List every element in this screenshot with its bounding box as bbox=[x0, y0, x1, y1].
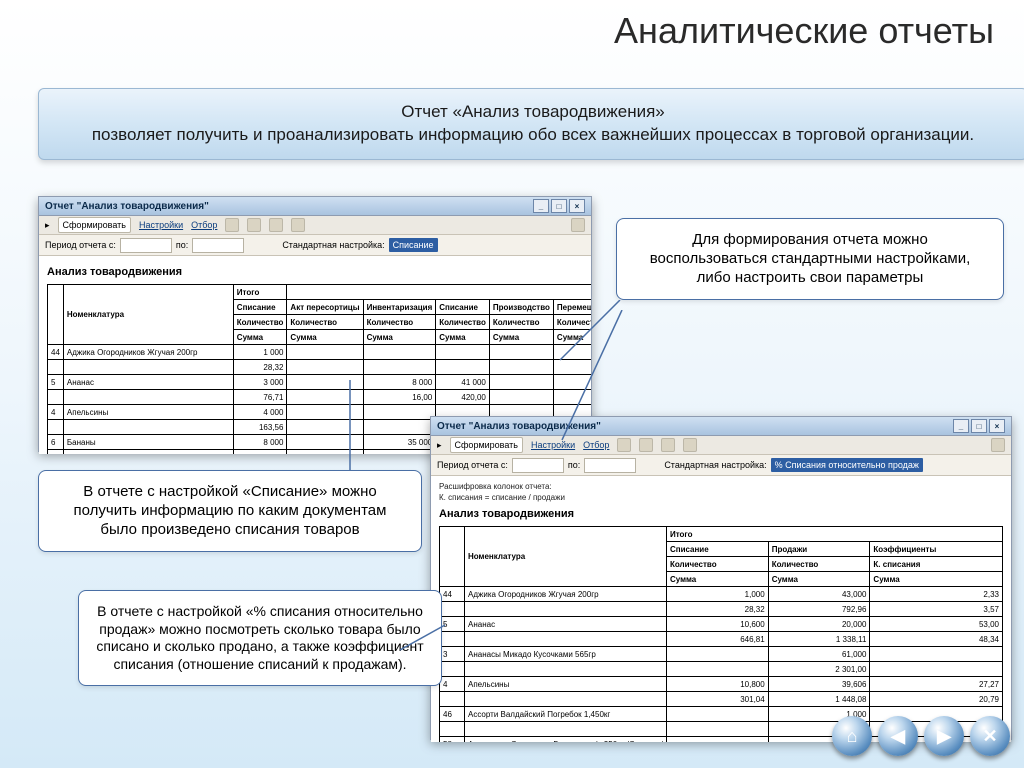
settings-link[interactable]: Настройки bbox=[139, 220, 183, 230]
tool-icon[interactable] bbox=[639, 438, 653, 452]
std-label: Стандартная настройка: bbox=[282, 240, 384, 250]
date-to-field[interactable] bbox=[584, 458, 636, 473]
callout-spisanie: В отчете с настройкой «Списание» можно п… bbox=[38, 470, 422, 552]
help-icon[interactable] bbox=[991, 438, 1005, 452]
std-value-1[interactable]: Списание bbox=[389, 238, 438, 252]
col-prodazhi: Продажи bbox=[768, 542, 870, 557]
col-spisanie-2: Списание bbox=[666, 542, 768, 557]
nav-buttons: ⌂ ◀ ▶ ✕ bbox=[832, 716, 1010, 756]
std-label: Стандартная настройка: bbox=[664, 460, 766, 470]
nav-home-button[interactable]: ⌂ bbox=[832, 716, 872, 756]
minimize-button[interactable]: _ bbox=[533, 199, 549, 213]
report-sub1: Расшифровка колонок отчета: bbox=[439, 482, 1003, 491]
window-title-1: Отчет "Анализ товародвижения" bbox=[45, 201, 209, 212]
date-from-field[interactable] bbox=[120, 238, 172, 253]
filter-link[interactable]: Отбор bbox=[191, 220, 217, 230]
filterbar-1: Период отчета с: по: Стандартная настрой… bbox=[39, 235, 591, 256]
nav-next-button[interactable]: ▶ bbox=[924, 716, 964, 756]
table-row: 3Ананасы Микадо Кусочками 565гр61,000 bbox=[440, 647, 1003, 662]
maximize-button[interactable]: □ bbox=[971, 419, 987, 433]
col-proizv: Производство bbox=[489, 300, 553, 315]
minimize-button[interactable]: _ bbox=[953, 419, 969, 433]
generate-button[interactable]: Сформировать bbox=[450, 437, 523, 453]
std-value-2[interactable]: % Списания относительно продаж bbox=[771, 458, 923, 472]
hero-line2: позволяет получить и проанализировать ин… bbox=[92, 125, 974, 144]
callout-percent: В отчете с настройкой «% списания относи… bbox=[78, 590, 442, 686]
close-button[interactable]: × bbox=[989, 419, 1005, 433]
table-row: 646,811 338,1148,34 bbox=[440, 632, 1003, 647]
col-koef: Коэффициенты bbox=[870, 542, 1003, 557]
col-itogo-2: Итого bbox=[666, 527, 1002, 542]
table-row: 5Ананас10,60020,00053,00 bbox=[440, 617, 1003, 632]
tool-icon[interactable] bbox=[269, 218, 283, 232]
report-sub2: К. списания = списание / продажи bbox=[439, 493, 1003, 502]
date-to-field[interactable] bbox=[192, 238, 244, 253]
report-table-2: Номенклатура Итого Списание Продажи Коэф… bbox=[439, 526, 1003, 742]
col-inv: Инвентаризация bbox=[363, 300, 436, 315]
table-row: 44Аджика Огородников Жгучая 200гр1,00043… bbox=[440, 587, 1003, 602]
generate-icon: ▸ bbox=[437, 440, 442, 451]
table-row: 301,041 448,0820,79 bbox=[440, 692, 1003, 707]
col-spisanie: Списание bbox=[233, 300, 287, 315]
hero-panel: Отчет «Анализ товародвижения» позволяет … bbox=[38, 88, 1024, 160]
report-title-2: Анализ товародвижения bbox=[439, 508, 1003, 520]
page-title: Аналитические отчеты bbox=[614, 10, 994, 52]
table-row: 2 301,00 bbox=[440, 662, 1003, 677]
toolbar-2: ▸ Сформировать Настройки Отбор bbox=[431, 436, 1011, 455]
col-itogo: Итого bbox=[233, 285, 287, 300]
tool-icon[interactable] bbox=[225, 218, 239, 232]
col-kol: Количество bbox=[233, 315, 287, 330]
col-nom: Номенклатура bbox=[63, 285, 233, 345]
col-sum: Сумма bbox=[233, 330, 287, 345]
col-spis: Списание bbox=[436, 300, 490, 315]
filter-link[interactable]: Отбор bbox=[583, 440, 609, 450]
hero-line1: Отчет «Анализ товародвижения» bbox=[401, 102, 665, 121]
col-ksp: К. списания bbox=[870, 557, 1003, 572]
callout-settings: Для формирования отчета можно воспользов… bbox=[616, 218, 1004, 300]
table-row: 28,32 bbox=[48, 360, 592, 375]
nav-prev-button[interactable]: ◀ bbox=[878, 716, 918, 756]
maximize-button[interactable]: □ bbox=[551, 199, 567, 213]
nav-close-button[interactable]: ✕ bbox=[970, 716, 1010, 756]
table-row: 76,7116,00420,00 bbox=[48, 390, 592, 405]
tool-icon[interactable] bbox=[291, 218, 305, 232]
table-row: 5Ананас3 0008 00041 0006 000 bbox=[48, 375, 592, 390]
col-nom-2: Номенклатура bbox=[465, 527, 667, 587]
report-window-2: Отчет "Анализ товародвижения" _ □ × ▸ Сф… bbox=[430, 416, 1012, 740]
report-title-1: Анализ товародвижения bbox=[47, 266, 583, 278]
tool-icon[interactable] bbox=[247, 218, 261, 232]
table-row: 28,32792,963,57 bbox=[440, 602, 1003, 617]
table-row: 4Апельсины10,80039,60627,27 bbox=[440, 677, 1003, 692]
tool-icon[interactable] bbox=[617, 438, 631, 452]
to-label: по: bbox=[568, 460, 580, 470]
filterbar-2: Период отчета с: по: Стандартная настрой… bbox=[431, 455, 1011, 476]
col-perem: Перемещение bbox=[553, 300, 591, 315]
period-label: Период отчета с: bbox=[45, 240, 116, 250]
help-icon[interactable] bbox=[571, 218, 585, 232]
generate-button[interactable]: Сформировать bbox=[58, 217, 131, 233]
tool-icon[interactable] bbox=[683, 438, 697, 452]
report-body-2: Расшифровка колонок отчета: К. списания … bbox=[431, 476, 1011, 742]
to-label: по: bbox=[176, 240, 188, 250]
titlebar-1: Отчет "Анализ товародвижения" _ □ × bbox=[39, 197, 591, 216]
period-label: Период отчета с: bbox=[437, 460, 508, 470]
date-from-field[interactable] bbox=[512, 458, 564, 473]
generate-icon: ▸ bbox=[45, 220, 50, 231]
tool-icon[interactable] bbox=[661, 438, 675, 452]
report-window-1: Отчет "Анализ товародвижения" _ □ × ▸ Сф… bbox=[38, 196, 592, 452]
toolbar-1: ▸ Сформировать Настройки Отбор bbox=[39, 216, 591, 235]
titlebar-2: Отчет "Анализ товародвижения" _ □ × bbox=[431, 417, 1011, 436]
table-row: 44Аджика Огородников Жгучая 200гр1 000 bbox=[48, 345, 592, 360]
close-button[interactable]: × bbox=[569, 199, 585, 213]
settings-link[interactable]: Настройки bbox=[531, 440, 575, 450]
col-akt: Акт пересортицы bbox=[287, 300, 363, 315]
window-title-2: Отчет "Анализ товародвижения" bbox=[437, 421, 601, 432]
